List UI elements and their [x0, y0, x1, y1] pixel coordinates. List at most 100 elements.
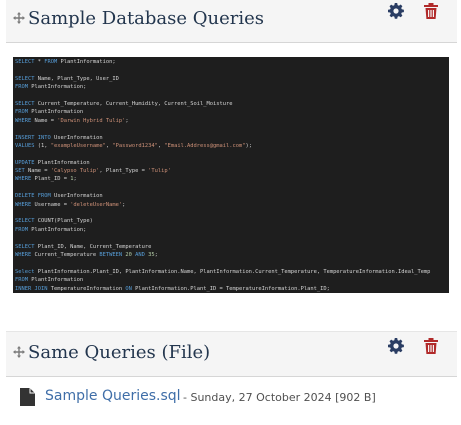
code-token: , Plant_Type =: [99, 168, 149, 175]
code-line: INNER JOIN TemperatureInformation ON Pla…: [15, 285, 449, 293]
code-line: VALUES (1, "exampleUsername", "Password1…: [15, 142, 449, 150]
code-line: FROM PlantInformation: [15, 276, 449, 284]
code-token: 'Darwin Hybrid Tulip': [57, 117, 126, 124]
code-token: *: [34, 59, 45, 65]
code-line: DELETE FROM UserInformation: [15, 192, 449, 200]
code-token: INNER JOIN: [15, 285, 48, 292]
code-line: INSERT INTO UserInformation: [15, 134, 449, 142]
code-line: SELECT COUNT(Plant_Type): [15, 217, 449, 225]
code-token: Select: [15, 268, 35, 275]
code-token: SELECT: [15, 100, 35, 107]
code-token: PlantInformation;: [27, 84, 87, 91]
code-token: PlantInformation: [34, 159, 90, 166]
code-token: PlantInformation;: [27, 226, 87, 233]
trash-icon[interactable]: [424, 338, 438, 354]
code-token: 'deleteUserName': [70, 201, 123, 208]
code-token: INSERT INTO: [15, 134, 51, 141]
code-token: UserInformation: [50, 134, 103, 141]
code-token: BETWEEN: [99, 251, 123, 258]
block-title: Sample Database Queries: [28, 8, 265, 29]
code-token: ;: [125, 117, 129, 124]
code-line: SET Name = 'Calypso Tulip', Plant_Type =…: [15, 167, 449, 175]
code-line: SELECT Current_Temperature, Current_Humi…: [15, 100, 449, 108]
code-token: FROM: [15, 84, 28, 91]
code-token: SELECT: [15, 59, 35, 65]
code-token: WHERE: [15, 201, 32, 208]
code-token: PlantInformation: [27, 277, 84, 284]
code-line: FROM PlantInformation: [15, 108, 449, 116]
code-token: 'Calypso Tulip': [50, 168, 100, 175]
code-token: SELECT: [15, 243, 35, 250]
code-token: PlantInformation.Plant_ID = TemperatureI…: [131, 285, 330, 292]
code-token: FROM: [15, 226, 28, 233]
code-token: TemperatureInformation: [47, 285, 126, 292]
code-token: UPDATE: [15, 159, 35, 166]
code-token: DELETE FROM: [15, 193, 51, 200]
code-token: Plant_ID =: [31, 176, 71, 183]
code-line: SELECT Name, Plant_Type, User_ID: [15, 75, 449, 83]
code-token: Current_Temperature: [31, 251, 100, 258]
code-token: PlantInformation;: [57, 59, 116, 65]
code-token: FROM: [15, 109, 28, 116]
code-line: WHERE Name = 'Darwin Hybrid Tulip';: [15, 117, 449, 125]
code-token: Name, Plant_Type, User_ID: [34, 75, 119, 82]
code-token: FROM: [15, 277, 28, 284]
code-line: WHERE Username = 'deleteUserName';: [15, 201, 449, 209]
code-token: SET: [15, 168, 25, 175]
code-token: UserInformation: [50, 193, 103, 200]
code-token: Name =: [31, 117, 58, 124]
code-token: SELECT: [15, 218, 35, 225]
code-token: COUNT(Plant_Type): [34, 218, 93, 225]
code-token: Username =: [31, 201, 71, 208]
code-token: WHERE: [15, 251, 32, 258]
code-token: FROM: [44, 59, 58, 65]
code-token: ;: [154, 251, 158, 258]
block-header-file: Same Queries (File): [6, 331, 457, 377]
code-token: AND: [135, 251, 145, 258]
code-token: SELECT: [15, 75, 35, 82]
gear-icon[interactable]: [388, 3, 404, 19]
move-icon[interactable]: [13, 346, 25, 358]
code-token: (1,: [34, 142, 51, 149]
code-token: WHERE: [15, 117, 32, 124]
code-token: "Email.Address@gmail.com": [164, 142, 246, 149]
block-title: Same Queries (File): [28, 342, 211, 363]
code-token: ;: [122, 201, 126, 208]
code-line: FROM PlantInformation;: [15, 226, 449, 234]
file-download-link[interactable]: Sample Queries.sql: [45, 388, 181, 404]
code-line: Select PlantInformation.Plant_ID, PlantI…: [15, 268, 449, 276]
code-token: Plant_ID, Name, Current_Temperature: [34, 243, 152, 250]
code-token: Current_Temperature, Current_Humidity, C…: [34, 100, 233, 107]
code-token: );: [245, 142, 252, 149]
code-token: VALUES: [15, 142, 35, 149]
code-token: WHERE: [15, 176, 32, 183]
file-icon: [20, 388, 35, 406]
move-icon[interactable]: [13, 12, 25, 24]
code-line: SELECT Plant_ID, Name, Current_Temperatu…: [15, 243, 449, 251]
code-token: ;: [73, 176, 77, 183]
block-header-queries: Sample Database Queries: [6, 0, 457, 43]
code-token: Name =: [24, 168, 51, 175]
code-line: FROM PlantInformation;: [15, 83, 449, 91]
trash-icon[interactable]: [424, 3, 438, 19]
code-token: "exampleUsername": [50, 142, 106, 149]
code-token: PlantInformation.Plant_ID, PlantInformat…: [34, 268, 431, 275]
code-token: "Password1234": [112, 142, 158, 149]
code-line: UPDATE PlantInformation: [15, 159, 449, 167]
code-line: WHERE Current_Temperature BETWEEN 20 AND…: [15, 251, 449, 259]
code-token: PlantInformation: [27, 109, 84, 116]
code-line: WHERE Plant_ID = 1;: [15, 175, 449, 183]
file-meta: - Sunday, 27 October 2024 [902 B]: [183, 391, 376, 404]
code-token: 'Tulip': [148, 168, 171, 175]
code-line: SELECT * FROM PlantInformation;: [15, 58, 449, 66]
code-screenshot-image: SELECT * FROM PlantInformation; SELECT Na…: [13, 57, 449, 293]
gear-icon[interactable]: [388, 338, 404, 354]
